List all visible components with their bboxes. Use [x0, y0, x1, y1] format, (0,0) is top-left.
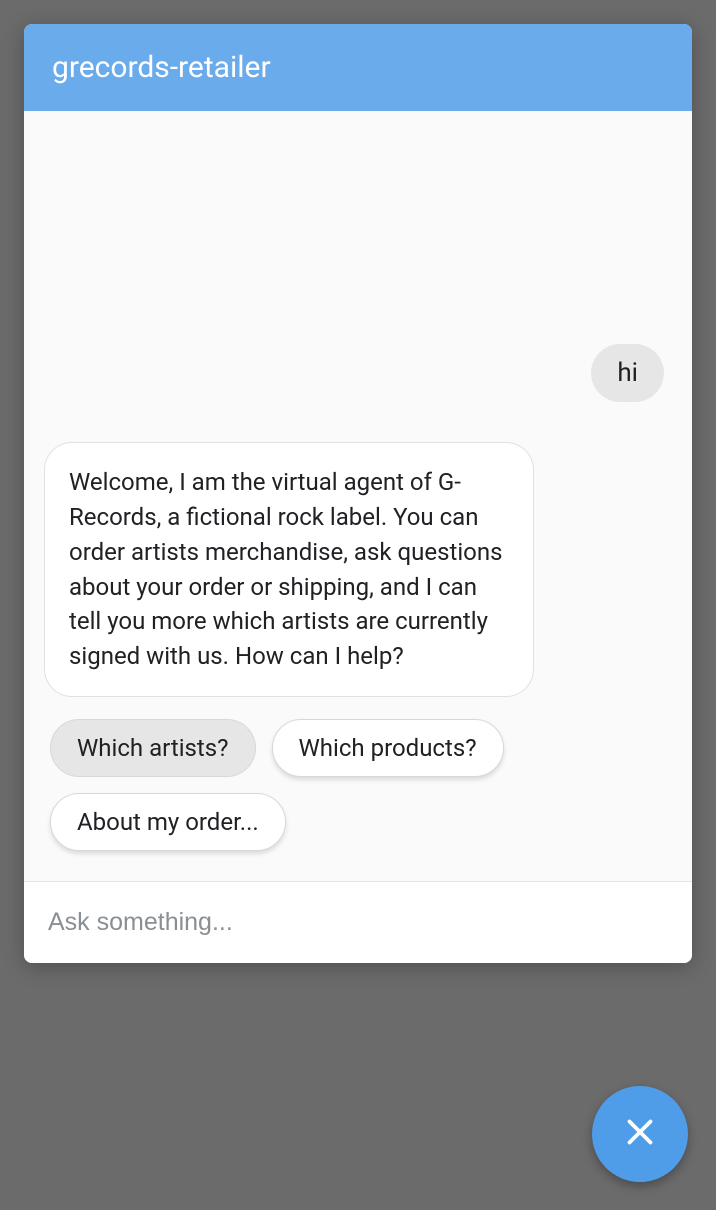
input-bar: [24, 881, 692, 963]
chat-input[interactable]: [48, 908, 668, 937]
user-message: hi: [591, 344, 664, 402]
suggestion-chips: Which artists? Which products? About my …: [44, 719, 672, 851]
close-chat-button[interactable]: [592, 1086, 688, 1182]
message-row-user: hi: [44, 344, 672, 402]
chip-which-products[interactable]: Which products?: [272, 719, 504, 777]
message-row-bot: Welcome, I am the virtual agent of G-Rec…: [44, 442, 672, 697]
chip-which-artists[interactable]: Which artists?: [50, 719, 256, 777]
close-icon: [622, 1114, 658, 1154]
chat-body: hi Welcome, I am the virtual agent of G-…: [24, 111, 692, 881]
chat-header: grecords-retailer: [24, 24, 692, 111]
bot-message: Welcome, I am the virtual agent of G-Rec…: [44, 442, 534, 697]
chat-title: grecords-retailer: [52, 50, 271, 85]
chat-window: grecords-retailer hi Welcome, I am the v…: [24, 24, 692, 963]
chip-about-my-order[interactable]: About my order...: [50, 793, 286, 851]
